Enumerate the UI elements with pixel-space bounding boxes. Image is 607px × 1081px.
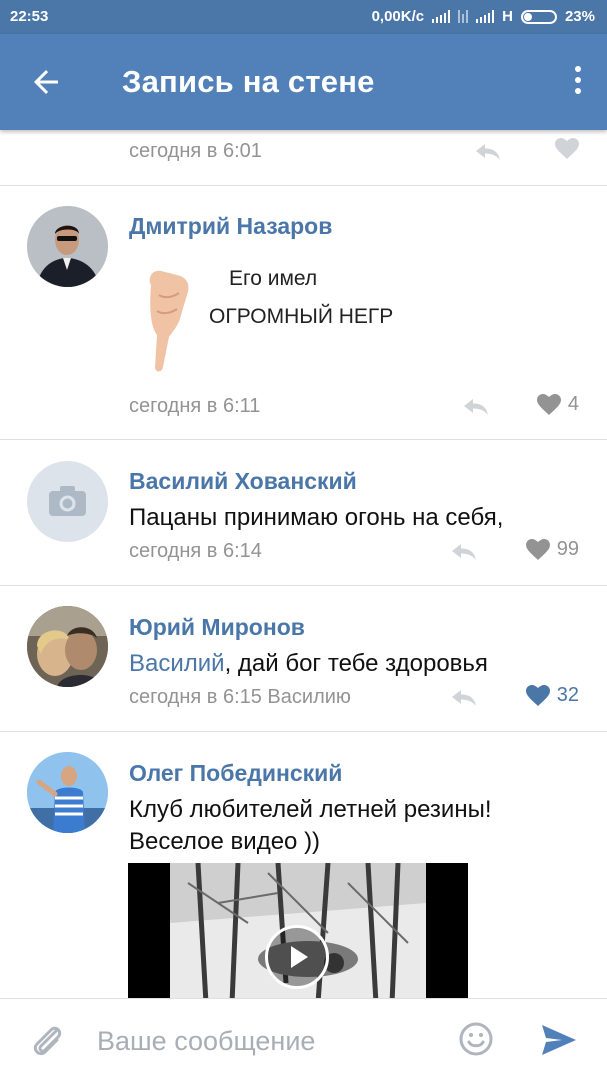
battery-percent: 23% xyxy=(564,8,595,25)
reply-icon[interactable] xyxy=(450,686,478,708)
comment-item: Олег Побединский Клуб любителей летней р… xyxy=(0,732,607,998)
more-vertical-icon[interactable] xyxy=(573,66,583,98)
smile-icon[interactable] xyxy=(458,1021,494,1057)
play-icon xyxy=(291,946,308,968)
comment-time: сегодня в 6:14 xyxy=(129,540,262,562)
signal-icon-2 xyxy=(476,10,495,23)
heart-icon xyxy=(536,393,561,415)
sticker-line-2: ОГРОМНЫЙ НЕГР xyxy=(209,305,394,328)
heart-icon xyxy=(525,684,550,706)
comment-item: Юрий Миронов Василий, дай бог тебе здоро… xyxy=(0,586,607,732)
avatar[interactable] xyxy=(27,606,108,687)
net-speed: 0,00K/с xyxy=(371,8,425,25)
comments-feed[interactable]: сегодня в 6:01 Дмитрий Назаров Его имел … xyxy=(0,130,607,998)
like-button[interactable]: 32 xyxy=(525,684,579,707)
toolbar: Запись на стене xyxy=(0,34,607,130)
signal-icon xyxy=(432,10,451,23)
like-button[interactable] xyxy=(555,138,579,160)
comment-text-line-2: Веселое видео )) xyxy=(129,828,321,855)
paperclip-icon[interactable] xyxy=(30,1023,64,1059)
comment-text: Василий, дай бог тебе здоровья xyxy=(129,648,488,680)
status-time: 22:53 xyxy=(10,8,49,25)
reply-icon[interactable] xyxy=(474,140,502,162)
comment-item: Василий Хованский Пацаны принимаю огонь … xyxy=(0,440,607,586)
video-thumbnail[interactable] xyxy=(128,863,468,998)
comment-author[interactable]: Юрий Миронов xyxy=(129,614,305,641)
comment-text: Пацаны принимаю огонь на себя, xyxy=(129,504,504,531)
arrow-left-icon[interactable] xyxy=(28,64,64,100)
like-count: 99 xyxy=(556,538,579,560)
message-input[interactable]: Ваше сообщение xyxy=(97,1026,315,1057)
play-button[interactable] xyxy=(265,925,329,989)
heart-icon xyxy=(555,138,579,159)
comment-time: сегодня в 6:01 xyxy=(129,140,262,162)
avatar[interactable] xyxy=(27,206,108,287)
reply-icon[interactable] xyxy=(450,540,478,562)
status-bar: 22:53 0,00K/с H 23% xyxy=(0,0,607,34)
comment-time: сегодня в 6:15 Василию xyxy=(129,686,351,708)
send-icon[interactable] xyxy=(540,1023,578,1057)
data-transfer-icon xyxy=(458,10,469,23)
mention-link[interactable]: Василий xyxy=(129,650,225,677)
sticker: Его имел ОГРОМНЫЙ НЕГР xyxy=(129,255,429,375)
network-type: H xyxy=(502,8,513,25)
comment-author[interactable]: Олег Побединский xyxy=(129,760,342,787)
avatar[interactable] xyxy=(27,752,108,833)
pointing-hand-icon xyxy=(149,270,189,372)
comment-text-line-1: Клуб любителей летней резины! xyxy=(129,796,492,823)
battery-icon xyxy=(520,9,557,24)
heart-icon xyxy=(525,538,550,560)
sticker-line-1: Его имел xyxy=(229,267,318,290)
avatar-placeholder[interactable] xyxy=(27,461,108,542)
comment-time: сегодня в 6:11 xyxy=(129,395,261,417)
like-button[interactable]: 4 xyxy=(536,393,579,416)
comment-item: сегодня в 6:01 xyxy=(0,130,607,186)
page-title: Запись на стене xyxy=(122,64,375,99)
comment-text-body: , дай бог тебе здоровья xyxy=(224,650,488,677)
reply-icon[interactable] xyxy=(462,395,490,417)
comment-item: Дмитрий Назаров Его имел ОГРОМНЫЙ НЕГР с… xyxy=(0,185,607,440)
comment-author[interactable]: Дмитрий Назаров xyxy=(129,213,332,240)
camera-icon xyxy=(49,486,86,516)
message-input-bar: Ваше сообщение xyxy=(0,998,607,1081)
like-count: 32 xyxy=(556,684,579,706)
comment-author[interactable]: Василий Хованский xyxy=(129,468,357,495)
like-button[interactable]: 99 xyxy=(525,538,579,561)
like-count: 4 xyxy=(567,393,579,415)
